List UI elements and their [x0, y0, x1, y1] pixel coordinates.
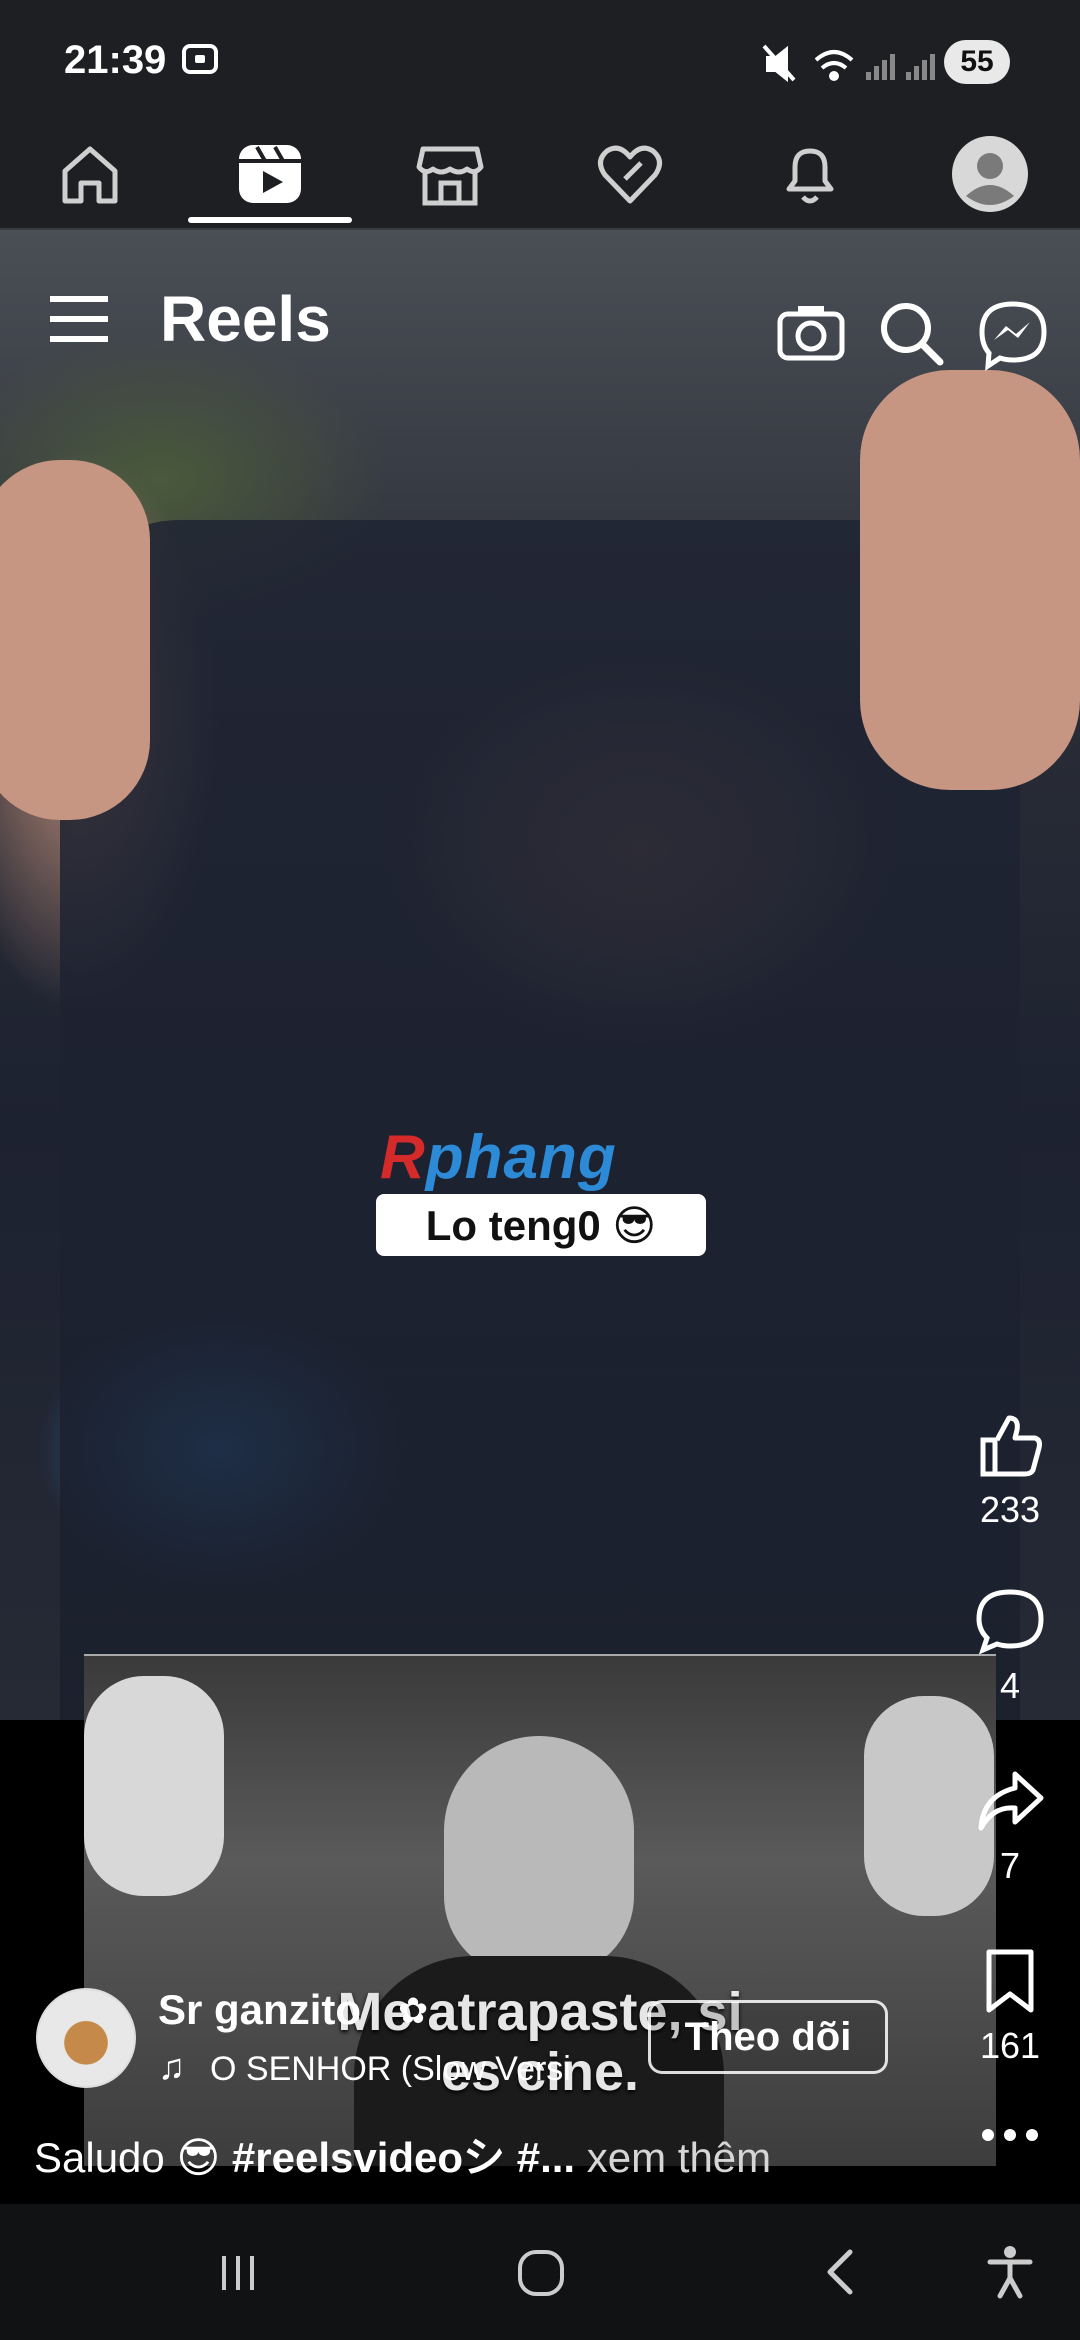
- accessibility-icon: [987, 2246, 1033, 2299]
- like-count: 233: [979, 1489, 1041, 1530]
- recent-apps-button[interactable]: [158, 2204, 318, 2340]
- share-button[interactable]: 7: [960, 1766, 1060, 1887]
- nav-profile[interactable]: [900, 120, 1080, 228]
- like-icon: [980, 1415, 1042, 1477]
- marketplace-icon: [416, 146, 484, 206]
- signal-icon: [866, 54, 935, 80]
- status-time: 21:39: [64, 38, 167, 82]
- comment-button[interactable]: 4: [960, 1586, 1060, 1707]
- share-count: 7: [999, 1845, 1021, 1886]
- back-button[interactable]: [762, 2204, 922, 2340]
- author-avatar[interactable]: [36, 1988, 136, 2088]
- menu-icon[interactable]: [46, 290, 116, 350]
- active-tab-indicator: [188, 217, 352, 223]
- gear-icon: ✿: [398, 1990, 429, 2031]
- camera-icon[interactable]: [776, 302, 846, 362]
- watermark-text: Rphang: [380, 1122, 617, 1193]
- screen-record-icon: [182, 44, 218, 74]
- home-circle-icon: [518, 2250, 564, 2296]
- back-icon: [827, 2249, 853, 2295]
- save-button[interactable]: 161: [960, 1946, 1060, 2067]
- see-more-link[interactable]: xem thêm: [575, 2134, 771, 2181]
- mute-icon: [762, 44, 796, 83]
- like-button[interactable]: 233: [960, 1410, 1060, 1531]
- nav-notifications[interactable]: [720, 120, 900, 228]
- accessibility-button[interactable]: [930, 2204, 1080, 2340]
- search-icon[interactable]: [876, 298, 946, 368]
- share-icon: [978, 1771, 1044, 1831]
- caption-text: Saludo 😎: [34, 2134, 232, 2181]
- home-button[interactable]: [460, 2204, 620, 2340]
- system-navigation-bar: [0, 2204, 1080, 2340]
- caption-hashtags[interactable]: #reelsvideoシ #...: [232, 2134, 575, 2181]
- song-title[interactable]: O SENHOR (Slow Versi: [210, 2050, 571, 2089]
- video-sticker-text: Lo teng0 😎: [376, 1194, 706, 1256]
- meme-face: [444, 1736, 634, 1976]
- author-name[interactable]: Sr ganzito: [158, 1986, 361, 2034]
- video-hand-left: [0, 460, 150, 820]
- wifi-icon: [814, 50, 854, 81]
- more-options-icon[interactable]: [978, 2120, 1042, 2150]
- watermark-first-letter: R: [380, 1123, 426, 1192]
- comment-icon: [976, 1589, 1044, 1655]
- messenger-icon[interactable]: [976, 298, 1050, 372]
- reels-title: Reels: [160, 283, 331, 355]
- music-note-icon: ♫: [158, 2046, 185, 2087]
- nav-home[interactable]: [0, 120, 180, 228]
- recent-apps-icon: [222, 2256, 254, 2290]
- post-caption[interactable]: Saludo 😎 #reelsvideoシ #... xem thêm: [34, 2124, 771, 2185]
- meme-hand-left: [84, 1676, 224, 1896]
- nav-dating[interactable]: [540, 120, 720, 228]
- heart-icon: [598, 145, 662, 204]
- bookmark-icon: [986, 1949, 1034, 2013]
- comment-count: 4: [999, 1665, 1021, 1706]
- follow-button[interactable]: Theo dõi: [648, 2000, 888, 2074]
- battery-indicator: 55: [944, 40, 1010, 84]
- video-hand-right: [860, 370, 1080, 790]
- watermark-rest: phang: [425, 1123, 617, 1192]
- reels-icon: [239, 145, 301, 203]
- status-icons: [762, 44, 935, 83]
- nav-marketplace[interactable]: [360, 120, 540, 228]
- save-count: 161: [979, 2025, 1041, 2066]
- meme-overlay: Me atrapaste, si es cine.: [84, 1654, 996, 2166]
- bell-icon: [786, 148, 834, 204]
- home-icon: [62, 146, 118, 204]
- nav-reels[interactable]: [180, 120, 360, 228]
- top-navigation: [0, 120, 1080, 230]
- profile-avatar-icon: [952, 136, 1028, 212]
